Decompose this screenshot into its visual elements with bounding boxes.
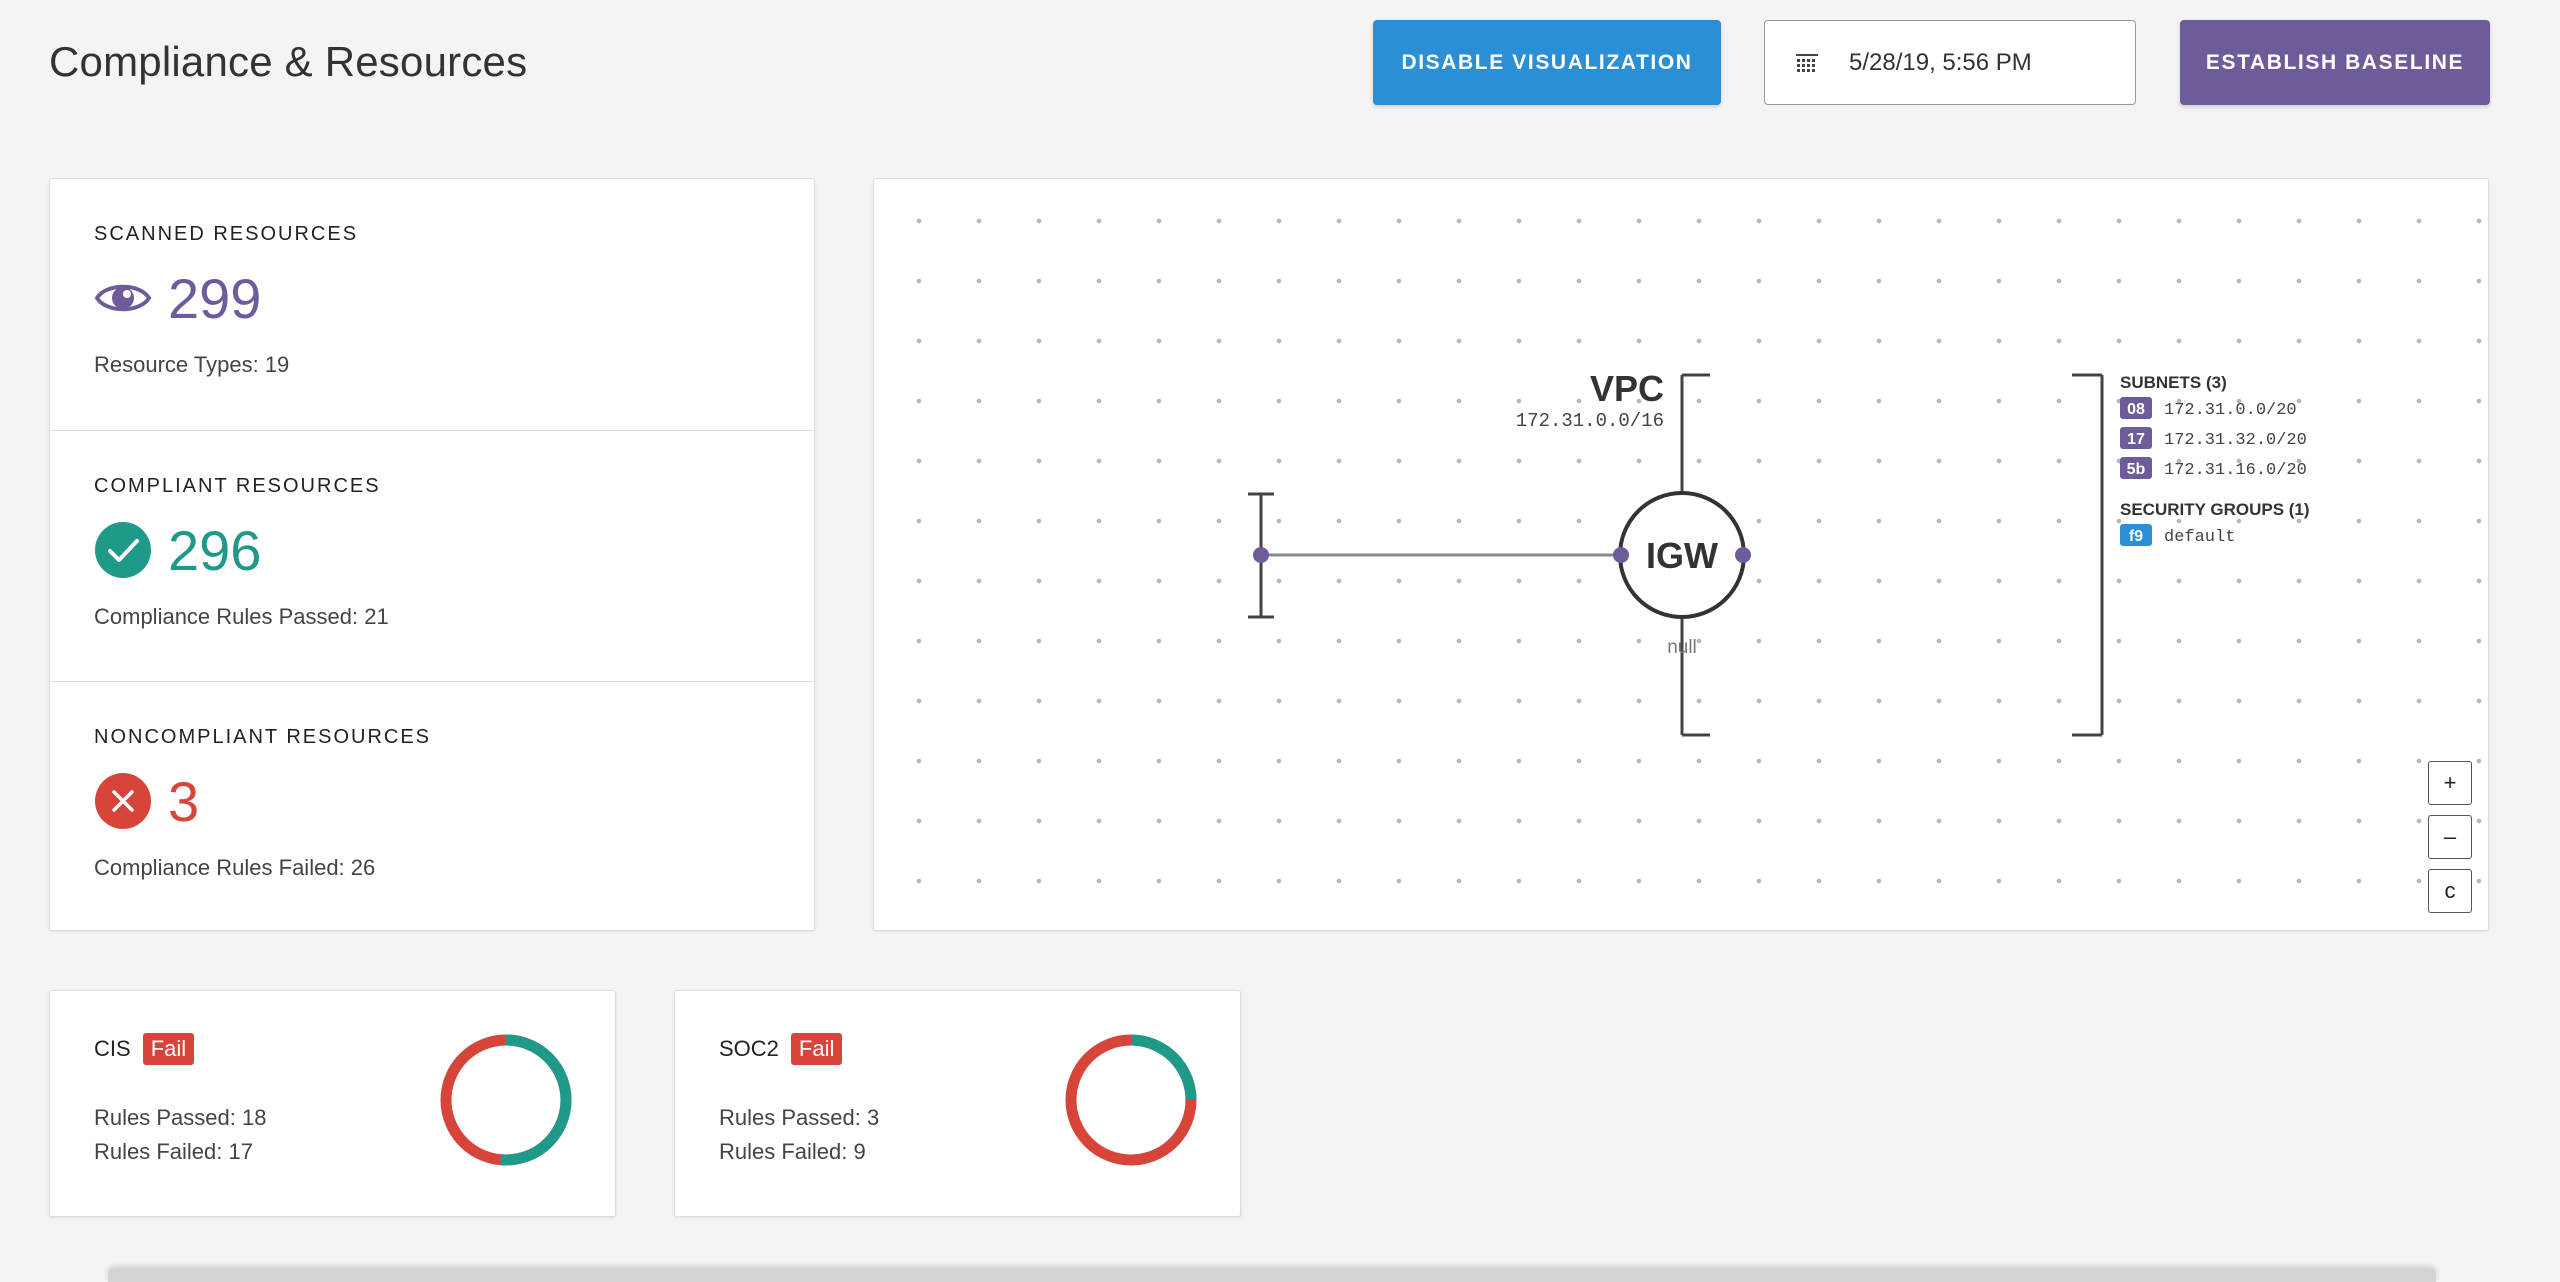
rules-failed-value: 26 [350, 855, 376, 880]
security-group-name: default [2164, 528, 2235, 547]
failed-value: 9 [853, 1139, 866, 1164]
failed-label: Rules Failed: [719, 1139, 848, 1164]
scanned-count: 299 [168, 266, 262, 330]
cis-donut-chart [440, 1034, 572, 1166]
bottom-scrollbar[interactable] [108, 1268, 2436, 1282]
subnets-title: SUBNETS (3) [2120, 373, 2227, 392]
scanned-resources-section: SCANNED RESOURCES 299 Resource Types: 19 [50, 179, 814, 430]
soc2-donut-chart [1065, 1034, 1197, 1166]
passed-value: 18 [241, 1105, 267, 1130]
stat-title: NONCOMPLIANT RESOURCES [94, 726, 432, 748]
rules-passed-value: 21 [364, 604, 389, 629]
noncompliant-count: 3 [168, 769, 200, 833]
compliant-count: 296 [168, 518, 262, 582]
subnet-tag: 08 [2127, 401, 2145, 418]
rules-failed: Compliance Rules Failed: 26 [94, 855, 770, 881]
network-visualization-canvas[interactable]: VPC 172.31.0.0/16 IGW null SUBNETS (3) 0… [873, 178, 2489, 931]
disable-visualization-button[interactable]: DISABLE VISUALIZATION [1373, 20, 1721, 105]
vpc-cidr: 172.31.0.0/16 [1516, 410, 1664, 432]
framework-name: CIS [94, 1036, 131, 1061]
vpc-label: VPC [1590, 368, 1664, 409]
subnet-tag: 5b [2127, 461, 2146, 478]
passed-value: 3 [866, 1105, 880, 1130]
failed-label: Rules Failed: [94, 1139, 223, 1164]
calendar-icon [1796, 53, 1818, 72]
zoom-in-button[interactable]: + [2428, 761, 2472, 805]
subnet-item[interactable]: 5b 172.31.16.0/20 [2120, 457, 2307, 480]
igw-port-left [1613, 547, 1629, 563]
security-group-item[interactable]: f9 default [2120, 524, 2235, 547]
security-group-tag: f9 [2129, 528, 2143, 545]
status-badge: Fail [142, 1033, 195, 1065]
subnet-cidr: 172.31.0.0/20 [2164, 401, 2297, 420]
rules-passed: Compliance Rules Passed: 21 [94, 604, 770, 630]
x-circle-icon [95, 773, 151, 829]
passed-label: Rules Passed: [94, 1105, 236, 1130]
stat-title: SCANNED RESOURCES [94, 223, 359, 245]
failed-value: 17 [228, 1139, 253, 1164]
date-picker-field[interactable]: 5/28/19, 5:56 PM [1764, 20, 2136, 105]
igw-port-right [1735, 547, 1751, 563]
page-title: Compliance & Resources [49, 38, 528, 85]
subnet-cidr: 172.31.16.0/20 [2164, 461, 2307, 480]
center-view-button[interactable]: c [2428, 869, 2472, 913]
resource-stats-card: SCANNED RESOURCES 299 Resource Types: 19… [49, 178, 815, 931]
subnet-item[interactable]: 17 172.31.32.0/20 [2120, 427, 2307, 450]
cis-framework-card[interactable]: CIS Fail Rules Passed: 18 Rules Failed: … [49, 990, 616, 1217]
framework-name: SOC2 [719, 1036, 779, 1061]
resource-types: Resource Types: 19 [94, 352, 770, 378]
establish-baseline-button[interactable]: ESTABLISH BASELINE [2180, 20, 2490, 105]
rules-passed-label: Compliance Rules Passed: [94, 604, 359, 629]
subnet-cidr: 172.31.32.0/20 [2164, 431, 2307, 450]
rules-failed-label: Compliance Rules Failed: [94, 855, 345, 880]
resource-types-value: 19 [264, 352, 290, 377]
igw-label: IGW [1646, 535, 1718, 576]
resource-types-label: Resource Types: [94, 352, 259, 377]
date-value: 5/28/19, 5:56 PM [1849, 48, 2032, 76]
subnet-item[interactable]: 08 172.31.0.0/20 [2120, 397, 2297, 420]
noncompliant-resources-section: NONCOMPLIANT RESOURCES 3 Compliance Rule… [50, 681, 814, 932]
network-diagram: VPC 172.31.0.0/16 IGW null SUBNETS (3) 0… [1248, 368, 2310, 737]
compliant-resources-section: COMPLIANT RESOURCES 296 Compliance Rules… [50, 430, 814, 681]
endpoint-node [1253, 547, 1269, 563]
vpc-resources-bracket [2072, 373, 2104, 737]
subnet-tag: 17 [2127, 431, 2145, 448]
eye-icon [94, 284, 152, 312]
status-badge: Fail [790, 1033, 843, 1065]
igw-sublabel: null [1667, 637, 1697, 658]
zoom-out-button[interactable]: – [2428, 815, 2472, 859]
security-groups-title: SECURITY GROUPS (1) [2120, 500, 2310, 519]
soc2-framework-card[interactable]: SOC2 Fail Rules Passed: 3 Rules Failed: … [674, 990, 1241, 1217]
check-circle-icon [95, 522, 151, 578]
passed-label: Rules Passed: [719, 1105, 861, 1130]
stat-title: COMPLIANT RESOURCES [94, 475, 381, 497]
